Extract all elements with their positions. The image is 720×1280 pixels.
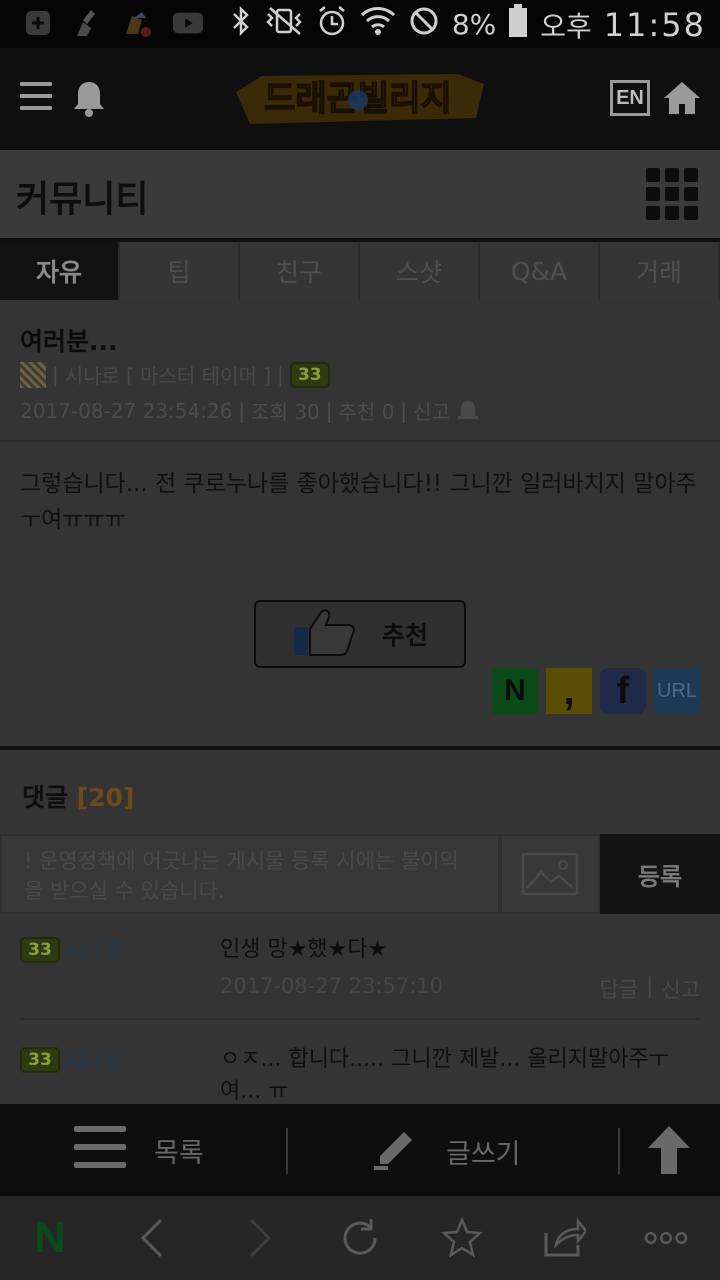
divider <box>286 1128 288 1174</box>
separator: | <box>277 362 284 387</box>
author-avatar <box>20 361 46 388</box>
bookmark-star-icon[interactable] <box>440 1216 484 1260</box>
more-options-icon[interactable] <box>644 1216 688 1260</box>
write-button[interactable]: 글쓰기 <box>374 1126 521 1177</box>
list-button[interactable]: 목록 <box>74 1126 204 1175</box>
separator: | <box>646 974 654 998</box>
kakao-share-button[interactable]: , <box>546 668 592 714</box>
post-title: 여러분... <box>20 327 118 356</box>
notification-bell-icon[interactable] <box>72 78 106 118</box>
scroll-top-button[interactable] <box>646 1124 692 1183</box>
list-label: 목록 <box>154 1138 204 1169</box>
battery-level: 8% <box>451 8 497 41</box>
post-recommends: 추천 0 <box>338 400 395 424</box>
tab-qna[interactable]: Q&A <box>480 242 600 300</box>
url-share-button[interactable]: URL <box>654 668 700 714</box>
comment-text: ㅇㅈ... 합니다..... 그니깐 제발... 올리지말아주ㅜ여... ㅠ <box>220 1047 669 1104</box>
tab-friend[interactable]: 친구 <box>240 242 360 300</box>
clock: 11:58 <box>603 5 706 44</box>
comments-title-text: 댓글 <box>22 783 69 812</box>
comment-submit-button[interactable]: 등록 <box>600 834 720 914</box>
status-bar: 8% 오후 11:58 <box>0 0 720 48</box>
wifi-icon <box>360 5 396 44</box>
tab-free[interactable]: 자유 <box>0 242 120 300</box>
post-meta: 2017-08-27 23:54:26 | 조회 30 | 추천 0 | 신고 <box>20 396 480 425</box>
comment-item: 33 시나로 인생 망★했★다★ 2017-08-27 23:57:10 답글 … <box>20 934 700 1020</box>
browser-nav-bar: N <box>0 1196 720 1280</box>
cleaner-icon <box>72 8 104 38</box>
app-update-icon <box>122 8 154 38</box>
divider <box>618 1128 620 1174</box>
post-author-line: | 시나로 [ 마스터 테이머 ] | 33 <box>20 360 330 389</box>
dragon-village-logo[interactable]: 드래곤빌리지 <box>232 70 488 128</box>
comments-section: 댓글 [20] ! 운영정책에 어긋나는 게시물 등록 시에는 불이익을 받으실… <box>0 746 720 1106</box>
post-body: 그렇습니다... 전 쿠로누나를 좋아했습니다!! 그니깐 일러바치지 말아주ㅜ… <box>0 442 720 746</box>
comment-author[interactable]: 33 시나로 <box>20 934 125 966</box>
refresh-icon[interactable] <box>338 1216 382 1260</box>
pencil-icon <box>374 1126 418 1177</box>
comment-author-name[interactable]: 시나로 <box>64 934 125 966</box>
page-title: 커뮤니티 <box>16 179 149 220</box>
post-content: 그렇습니다... 전 쿠로누나를 좋아했습니다!! 그니깐 일러바치지 말아주ㅜ… <box>20 471 697 533</box>
thumbs-up-icon <box>292 607 356 661</box>
siren-icon[interactable] <box>456 396 480 425</box>
menu-icon[interactable] <box>20 82 52 110</box>
comment-author-name[interactable]: 시나로 <box>64 1044 125 1076</box>
comment-form: ! 운영정책에 어긋나는 게시물 등록 시에는 불이익을 받으실 수 있습니다.… <box>0 834 720 914</box>
post-date: 2017-08-27 23:54:26 <box>20 398 233 423</box>
recommend-label: 추천 <box>381 621 428 650</box>
add-notification-icon <box>22 8 54 38</box>
comments-count: [20] <box>76 783 135 812</box>
level-badge: 33 <box>20 937 60 963</box>
forward-icon[interactable] <box>238 1216 282 1260</box>
bluetooth-icon <box>230 5 252 43</box>
youtube-icon <box>172 8 204 38</box>
page-title-bar: 커뮤니티 <box>0 150 720 238</box>
separator: | <box>325 398 333 423</box>
no-signal-icon <box>408 5 440 44</box>
recommend-button[interactable]: 추천 <box>254 600 466 668</box>
separator: | <box>400 398 408 423</box>
list-icon <box>74 1126 126 1175</box>
tab-tip[interactable]: 팁 <box>120 242 240 300</box>
post-author-title: [ 마스터 테이머 ] <box>125 364 272 388</box>
app-header: 드래곤빌리지 EN <box>0 48 720 150</box>
vibrate-mute-icon <box>264 6 304 43</box>
comment-date: 2017-08-27 23:57:10 <box>220 974 444 998</box>
comments-title: 댓글 [20] <box>22 778 134 814</box>
naver-share-button[interactable]: N <box>492 668 538 714</box>
post-views: 조회 30 <box>251 400 320 424</box>
comment-author[interactable]: 33 시나로 <box>20 1044 125 1076</box>
category-tabs: 자유 팁 친구 스샷 Q&A 거래 <box>0 238 720 300</box>
comment-actions: 답글 | 신고 <box>600 974 700 1004</box>
image-attach-icon[interactable] <box>500 834 600 914</box>
comment-text: 인생 망★했★다★ <box>220 937 388 962</box>
arrow-up-icon <box>646 1124 692 1183</box>
alarm-icon <box>316 5 348 44</box>
share-icon[interactable] <box>542 1216 586 1260</box>
post-header: 여러분... | 시나로 [ 마스터 테이머 ] | 33 2017-08-27… <box>0 300 720 442</box>
back-icon[interactable] <box>130 1216 174 1260</box>
level-badge: 33 <box>20 1047 60 1073</box>
bottom-action-bar: 목록 글쓰기 <box>0 1104 720 1196</box>
comment-input[interactable]: ! 운영정책에 어긋나는 게시물 등록 시에는 불이익을 받으실 수 있습니다. <box>0 834 500 914</box>
separator: | <box>52 362 59 387</box>
report-link[interactable]: 신고 <box>413 396 450 425</box>
language-button[interactable]: EN <box>610 80 650 116</box>
level-badge: 33 <box>289 361 330 388</box>
separator: | <box>238 398 246 423</box>
tab-trade[interactable]: 거래 <box>600 242 720 300</box>
reply-link[interactable]: 답글 <box>600 974 639 1004</box>
post-author-name[interactable]: 시나로 <box>65 360 120 389</box>
tab-screenshot[interactable]: 스샷 <box>360 242 480 300</box>
naver-home-button[interactable]: N <box>28 1213 72 1262</box>
ampm-label: 오후 <box>540 9 592 43</box>
battery-icon <box>508 4 528 45</box>
facebook-share-button[interactable]: f <box>600 668 646 714</box>
report-link[interactable]: 신고 <box>661 974 700 1004</box>
grid-menu-icon[interactable] <box>646 168 698 224</box>
home-icon[interactable] <box>662 78 702 118</box>
write-label: 글쓰기 <box>446 1139 521 1170</box>
share-buttons: N , f URL <box>492 668 700 714</box>
